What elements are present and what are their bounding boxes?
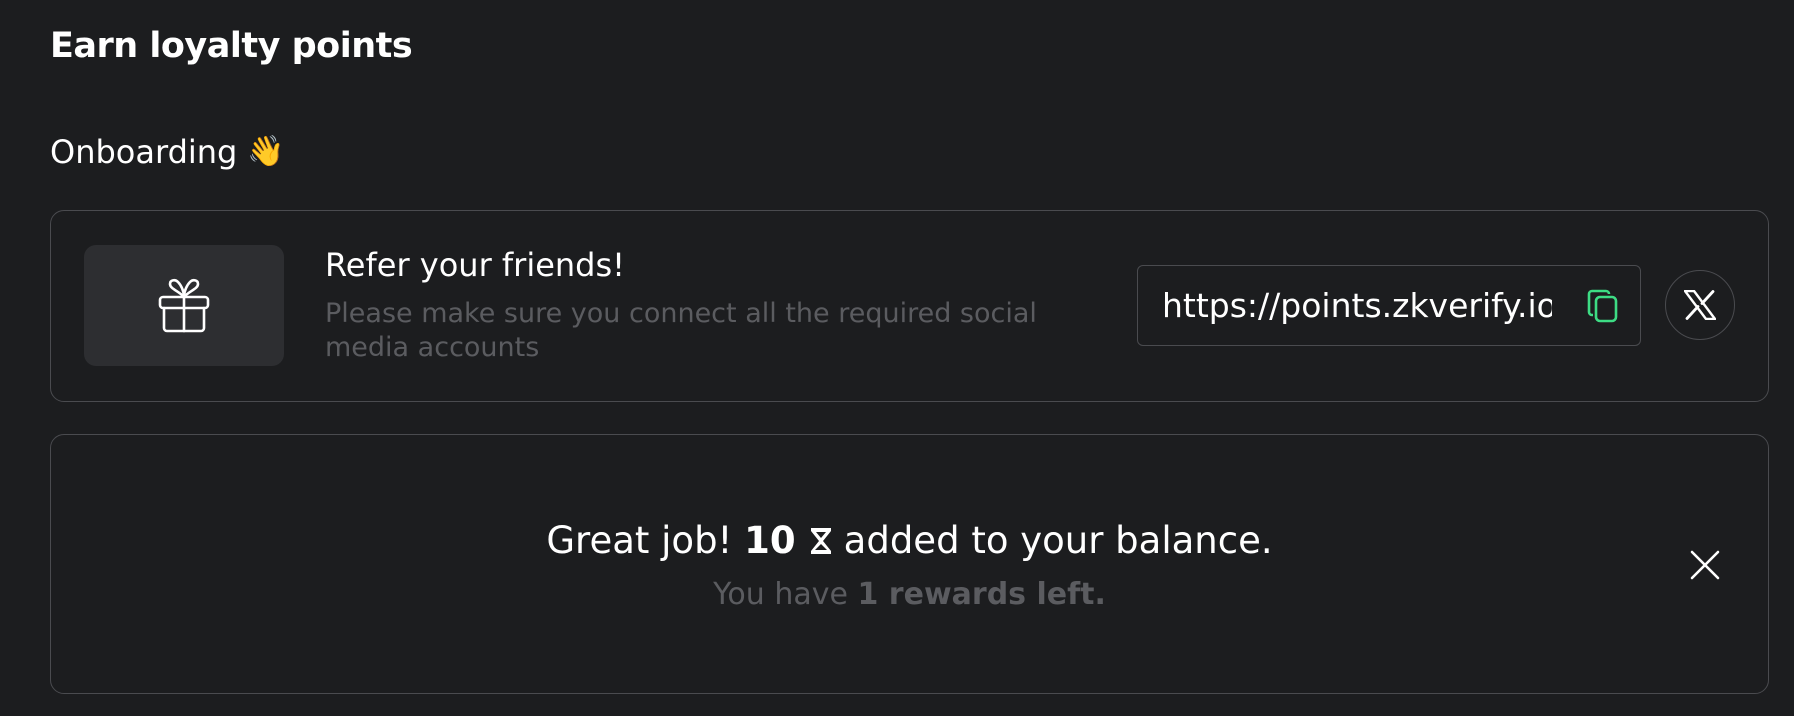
section-title: Onboarding 👋	[50, 130, 285, 174]
share-on-x-button[interactable]	[1665, 270, 1735, 340]
reward-message: Great job! 10 added to your balance.	[51, 515, 1768, 567]
waving-hand-icon: 👋	[247, 134, 285, 169]
gift-tile	[84, 245, 284, 366]
refer-title: Refer your friends!	[325, 246, 625, 284]
refer-friends-card: Refer your friends! Please make sure you…	[50, 210, 1769, 402]
gift-icon	[158, 278, 210, 332]
rewards-left-text: You have 1 rewards left.	[51, 575, 1768, 615]
page-title: Earn loyalty points	[50, 26, 413, 66]
reward-suffix: added to your balance.	[843, 519, 1273, 562]
section-title-label: Onboarding	[50, 133, 238, 171]
close-icon[interactable]	[1687, 547, 1723, 583]
referral-link-field	[1137, 265, 1641, 346]
x-logo-icon	[1684, 290, 1716, 320]
reward-notification-card: Great job! 10 added to your balance. You…	[50, 434, 1769, 694]
page: Earn loyalty points Onboarding 👋 Refer y…	[0, 0, 1794, 716]
copy-icon[interactable]	[1586, 288, 1620, 324]
refer-description: Please make sure you connect all the req…	[325, 298, 1037, 363]
rewards-left-count: 1 rewards left.	[857, 577, 1106, 612]
rewards-left-prefix: You have	[713, 577, 848, 612]
reward-amount: 10	[744, 519, 796, 562]
hourglass-icon	[810, 528, 831, 554]
referral-link-input[interactable]	[1162, 266, 1552, 344]
reward-prefix: Great job!	[546, 519, 733, 562]
